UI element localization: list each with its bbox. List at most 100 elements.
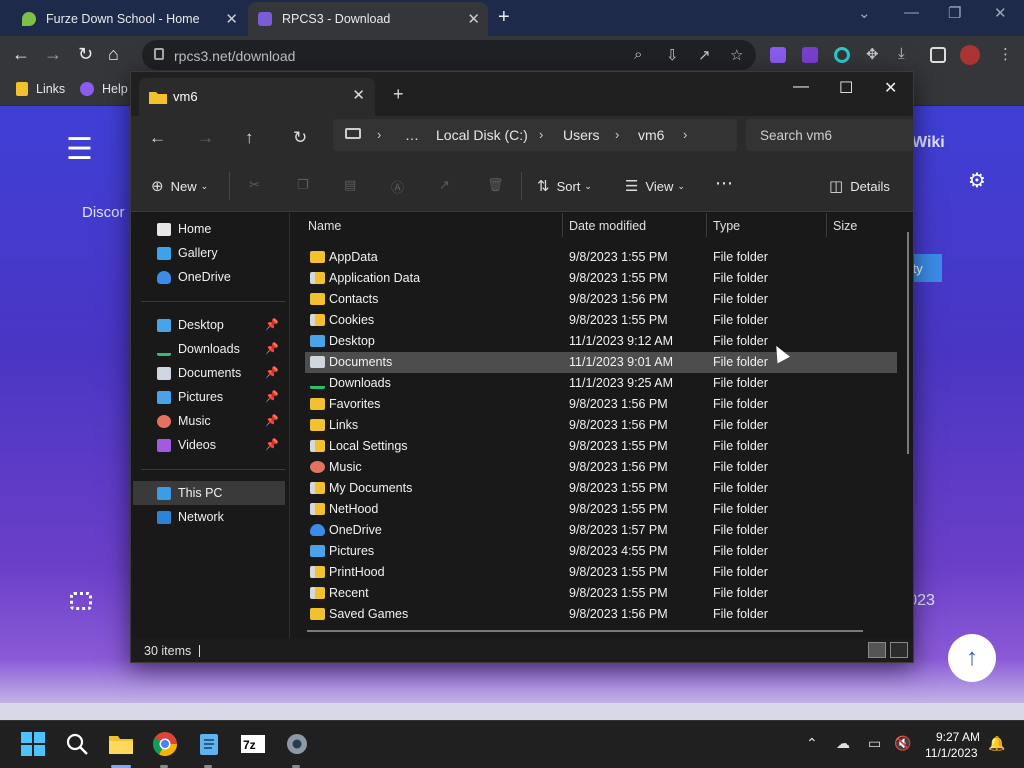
close-tab-icon[interactable]: ✕: [352, 86, 365, 104]
menu-kebab-icon[interactable]: ⋮: [998, 45, 1013, 63]
nav-item-videos[interactable]: Videos 📌: [133, 433, 285, 457]
refresh-icon[interactable]: ↻: [293, 128, 307, 148]
chevron-right-icon[interactable]: ›: [539, 127, 543, 142]
more-options-icon[interactable]: ⋯: [715, 173, 733, 194]
search-box[interactable]: Search vm6: [746, 119, 913, 151]
nav-item-desktop[interactable]: Desktop 📌: [133, 313, 285, 337]
forward-icon[interactable]: →: [44, 44, 62, 65]
new-tab-icon[interactable]: +: [393, 84, 404, 105]
rpcs3-logo-icon[interactable]: ☰: [66, 132, 93, 167]
search-placeholder[interactable]: Search vm6: [760, 128, 832, 143]
file-row[interactable]: Links 9/8/2023 1:56 PM File folder: [305, 415, 897, 436]
tiles-view-icon[interactable]: [890, 642, 908, 658]
minimize-icon[interactable]: —: [793, 78, 809, 96]
file-row[interactable]: Recent 9/8/2023 1:55 PM File folder: [305, 583, 897, 604]
column-header-type[interactable]: Type: [713, 219, 740, 233]
nav-item-music[interactable]: Music 📌: [133, 409, 285, 433]
column-separator[interactable]: [562, 213, 563, 237]
column-header-date[interactable]: Date modified: [569, 219, 646, 233]
side-panel-icon[interactable]: [930, 47, 946, 63]
search-icon[interactable]: [64, 731, 90, 757]
extension-rw-icon[interactable]: [802, 47, 818, 63]
wiki-link[interactable]: Wiki: [912, 134, 945, 152]
scroll-to-top-button[interactable]: ↑: [948, 634, 996, 682]
new-button[interactable]: ⊕ New ⌄: [151, 177, 208, 195]
nav-item-this-pc[interactable]: This PC: [133, 481, 285, 505]
forward-icon[interactable]: →: [197, 128, 214, 148]
tab-search-icon[interactable]: ⌄: [858, 4, 871, 22]
nav-item-documents[interactable]: Documents 📌: [133, 361, 285, 385]
nav-item-onedrive[interactable]: OneDrive: [133, 265, 285, 289]
nav-item-home[interactable]: Home: [133, 217, 285, 241]
pin-icon[interactable]: 📌: [265, 390, 279, 403]
breadcrumb-vm6[interactable]: vm6: [638, 127, 664, 143]
extension-purple-icon[interactable]: [770, 47, 786, 63]
chevron-right-icon[interactable]: ›: [377, 127, 381, 142]
paste-icon[interactable]: ▤: [344, 177, 356, 193]
file-explorer-icon[interactable]: [108, 731, 134, 757]
show-hidden-icons-icon[interactable]: ⌃: [806, 735, 818, 752]
explorer-tab[interactable]: vm6 ✕: [139, 78, 375, 116]
downloads-icon[interactable]: ⤓: [898, 45, 905, 62]
start-icon[interactable]: [20, 731, 46, 757]
file-row[interactable]: OneDrive 9/8/2023 1:57 PM File folder: [305, 520, 897, 541]
file-row[interactable]: Pictures 9/8/2023 4:55 PM File folder: [305, 541, 897, 562]
address-bar[interactable]: rpcs3.net/download ⌕ ⇩ ↗ ☆: [142, 40, 756, 70]
breadcrumb-local-disk[interactable]: Local Disk (C:): [436, 127, 528, 143]
file-row[interactable]: NetHood 9/8/2023 1:55 PM File folder: [305, 499, 897, 520]
delete-icon[interactable]: 🗑: [487, 177, 504, 193]
pane-divider[interactable]: [289, 213, 290, 638]
profile-avatar[interactable]: [960, 45, 980, 65]
settings-icon[interactable]: [284, 731, 310, 757]
pin-icon[interactable]: 📌: [265, 366, 279, 379]
clock-date[interactable]: 11/1/2023: [925, 746, 978, 760]
discord-link[interactable]: Discor: [82, 204, 125, 221]
close-window-icon[interactable]: ✕: [884, 78, 897, 98]
filter-sliders-icon[interactable]: ⚙: [968, 168, 986, 193]
bookmark-star-icon[interactable]: ☆: [730, 46, 743, 64]
close-tab-icon[interactable]: ✕: [225, 10, 238, 28]
file-row[interactable]: Cookies 9/8/2023 1:55 PM File folder: [305, 310, 897, 331]
up-icon[interactable]: ↑: [245, 128, 254, 148]
view-button[interactable]: ☰ View ⌄: [625, 177, 685, 195]
new-tab-icon[interactable]: +: [498, 6, 510, 29]
chevron-right-icon[interactable]: ›: [683, 127, 687, 142]
details-button[interactable]: ◫ Details: [829, 177, 890, 195]
file-row[interactable]: Contacts 9/8/2023 1:56 PM File folder: [305, 289, 897, 310]
column-header-name[interactable]: Name: [308, 219, 341, 233]
file-row[interactable]: Local Settings 9/8/2023 1:55 PM File folde…: [305, 436, 897, 457]
cloud-offline-icon[interactable]: ☁: [836, 735, 850, 752]
pin-icon[interactable]: 📌: [265, 342, 279, 355]
file-row[interactable]: PrintHood 9/8/2023 1:55 PM File folder: [305, 562, 897, 583]
rename-icon[interactable]: Ⓐ: [391, 177, 404, 196]
share-icon[interactable]: ↗: [698, 46, 711, 64]
network-status-icon[interactable]: ▭: [868, 735, 881, 752]
copy-icon[interactable]: ❐: [297, 177, 309, 193]
file-row[interactable]: Music 9/8/2023 1:56 PM File folder: [305, 457, 897, 478]
file-row[interactable]: My Documents 9/8/2023 1:55 PM File folder: [305, 478, 897, 499]
volume-muted-icon[interactable]: 🔇: [894, 735, 911, 752]
file-row[interactable]: Saved Games 9/8/2023 1:56 PM File folder: [305, 604, 897, 625]
bookmark-help[interactable]: Help: [80, 82, 128, 96]
nav-item-downloads[interactable]: Downloads 📌: [133, 337, 285, 361]
horizontal-scrollbar[interactable]: [307, 630, 863, 632]
chevron-right-icon[interactable]: ›: [615, 127, 619, 142]
back-icon[interactable]: ←: [149, 128, 166, 148]
details-view-icon[interactable]: [868, 642, 886, 658]
column-separator[interactable]: [826, 213, 827, 237]
reload-icon[interactable]: ↻: [78, 44, 93, 65]
install-app-icon[interactable]: ⇩: [666, 46, 679, 64]
restore-icon[interactable]: ❐: [948, 4, 961, 22]
column-separator[interactable]: [706, 213, 707, 237]
file-row[interactable]: Desktop 11/1/2023 9:12 AM File folder: [305, 331, 897, 352]
column-header-size[interactable]: Size: [833, 219, 857, 233]
browser-tab-furze-down[interactable]: Furze Down School - Home ✕: [12, 2, 246, 36]
7zip-icon[interactable]: 7z: [240, 731, 266, 757]
minimize-icon[interactable]: —: [904, 4, 919, 21]
notification-bell-icon[interactable]: 🔔: [988, 735, 1005, 752]
file-row[interactable]: Documents 11/1/2023 9:01 AM File folder: [305, 352, 897, 373]
address-breadcrumb[interactable]: › … Local Disk (C:) › Users › vm6 ›: [333, 119, 737, 151]
extension-circle-icon[interactable]: [834, 47, 850, 63]
file-row[interactable]: Downloads 11/1/2023 9:25 AM File folder: [305, 373, 897, 394]
cut-icon[interactable]: ✂: [249, 177, 260, 193]
